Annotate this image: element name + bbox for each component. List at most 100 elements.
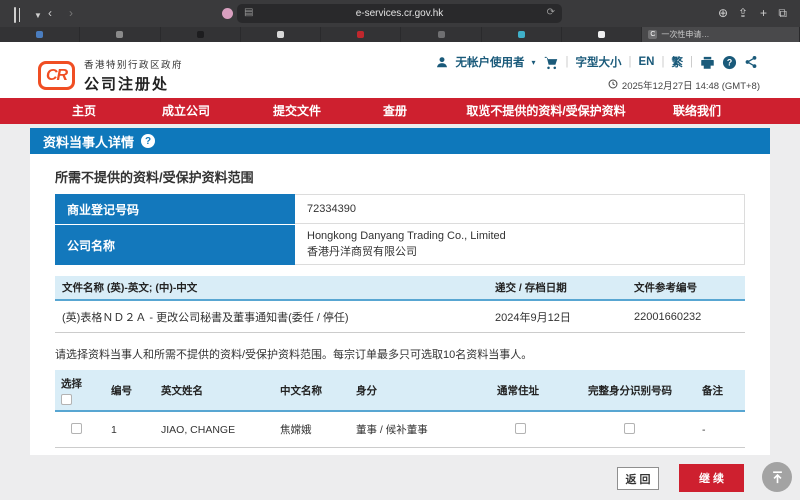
brn-value: 72334390 bbox=[295, 194, 745, 224]
nav-item-search[interactable]: 查册 bbox=[383, 98, 407, 124]
content-panel: 所需不提供的资料/受保护资料范围 商业登记号码 72334390 公司名称 Ho… bbox=[30, 154, 770, 455]
nav-item-filing[interactable]: 提交文件 bbox=[273, 98, 321, 124]
document-ref: 22001660232 bbox=[620, 311, 745, 323]
browser-tab[interactable] bbox=[0, 27, 80, 42]
help-icon[interactable]: ? bbox=[722, 55, 737, 70]
title-help-icon[interactable]: ? bbox=[141, 134, 155, 148]
address-checkbox[interactable] bbox=[515, 423, 526, 434]
separator: | bbox=[690, 56, 693, 68]
download-icon[interactable]: ⊕ bbox=[718, 5, 728, 21]
tab-favicon bbox=[357, 31, 364, 38]
browser-tab[interactable] bbox=[562, 27, 642, 42]
lang-en-link[interactable]: EN bbox=[639, 56, 655, 68]
brand[interactable]: CR 香港特别行政区政府 公司注册处 bbox=[38, 57, 183, 94]
user-menu[interactable]: 无帐户使用者 bbox=[456, 54, 525, 70]
tab-favicon: C bbox=[648, 30, 657, 39]
main-nav: 主页 成立公司 提交文件 查册 取览不提供的资料/受保护资料 联络我们 bbox=[0, 98, 800, 124]
separator: | bbox=[662, 56, 665, 68]
browser-tab[interactable] bbox=[241, 27, 321, 42]
address-cell bbox=[480, 423, 580, 437]
header-utilities: 无帐户使用者 ▾ | 字型大小 | EN | 繁 | ? bbox=[435, 54, 759, 70]
cr-logo: CR bbox=[38, 61, 75, 90]
extension-icon[interactable] bbox=[222, 8, 233, 19]
column-header: 通常住址 bbox=[480, 383, 580, 398]
company-name-label: 公司名称 bbox=[55, 224, 295, 265]
id-number-checkbox[interactable] bbox=[624, 423, 635, 434]
tab-favicon bbox=[598, 31, 605, 38]
share-icon[interactable] bbox=[744, 55, 758, 69]
tab-favicon bbox=[197, 31, 204, 38]
cart-icon[interactable] bbox=[543, 55, 559, 70]
tab-overview-icon[interactable]: ⧉ bbox=[778, 5, 787, 21]
column-header: 备注 bbox=[690, 383, 745, 398]
refresh-icon[interactable]: ⟳ bbox=[547, 7, 555, 18]
reader-mode-icon[interactable]: ▤ bbox=[244, 7, 253, 18]
tab-favicon bbox=[116, 31, 123, 38]
separator: | bbox=[566, 56, 569, 68]
row-select-checkbox[interactable] bbox=[71, 423, 82, 434]
browser-tab-active[interactable]: C 一次性申请… bbox=[642, 27, 800, 42]
company-info-table: 商业登记号码 72334390 公司名称 Hongkong Danyang Tr… bbox=[55, 194, 745, 265]
document-table: 文件名称 (英)-英文; (中)-中文 递交 / 存档日期 文件参考编号 (英)… bbox=[55, 276, 745, 333]
table-row: 商业登记号码 72334390 bbox=[55, 194, 745, 224]
tab-favicon bbox=[438, 31, 445, 38]
nav-item-incorporation[interactable]: 成立公司 bbox=[162, 98, 210, 124]
browser-chrome: ▼ ‹ › ▤ e-services.cr.gov.hk ⟳ ⊕ ⇪ + ⧉ C… bbox=[0, 0, 800, 42]
font-size-link[interactable]: 字型大小 bbox=[576, 54, 622, 70]
dept-name: 公司注册处 bbox=[84, 73, 183, 94]
share-sheet-icon[interactable]: ⇪ bbox=[738, 5, 748, 21]
nav-item-protected-info[interactable]: 取览不提供的资料/受保护资料 bbox=[466, 98, 625, 124]
arrow-up-icon bbox=[770, 470, 785, 485]
browser-tab[interactable] bbox=[321, 27, 401, 42]
back-button[interactable]: 返回 bbox=[617, 467, 659, 490]
company-name-value: Hongkong Danyang Trading Co., Limited 香港… bbox=[295, 224, 745, 265]
table-row: 公司名称 Hongkong Danyang Trading Co., Limit… bbox=[55, 224, 745, 265]
scroll-top-button[interactable] bbox=[762, 462, 792, 492]
separator: | bbox=[629, 56, 632, 68]
browser-tab[interactable] bbox=[80, 27, 160, 42]
name-chinese: 焦嫦娥 bbox=[270, 422, 345, 437]
row-select-cell bbox=[55, 423, 100, 437]
nav-item-home[interactable]: 主页 bbox=[72, 98, 96, 124]
gov-name: 香港特别行政区政府 bbox=[84, 57, 183, 71]
browser-tab[interactable] bbox=[161, 27, 241, 42]
print-icon[interactable] bbox=[700, 55, 715, 70]
chevron-down-icon[interactable]: ▼ bbox=[34, 8, 42, 24]
sidebar-toggle-icon[interactable] bbox=[14, 7, 16, 23]
select-all-checkbox[interactable] bbox=[61, 394, 72, 405]
browser-tab[interactable] bbox=[482, 27, 562, 42]
back-icon[interactable]: ‹ bbox=[48, 5, 52, 21]
brn-label: 商业登记号码 bbox=[55, 194, 295, 224]
browser-tab[interactable] bbox=[401, 27, 481, 42]
continue-button[interactable]: 继续 bbox=[679, 464, 744, 492]
document-table-header: 文件名称 (英)-英文; (中)-中文 递交 / 存档日期 文件参考编号 bbox=[55, 276, 745, 301]
datetime: 2025年12月27日 14:48 (GMT+8) bbox=[608, 78, 760, 92]
url-text: e-services.cr.gov.hk bbox=[356, 8, 444, 19]
column-header-select: 选择 bbox=[55, 376, 100, 405]
tab-favicon bbox=[518, 31, 525, 38]
new-tab-icon[interactable]: + bbox=[760, 5, 767, 21]
column-header: 编号 bbox=[100, 383, 150, 398]
tab-title: 一次性申请… bbox=[661, 29, 709, 40]
lang-zh-link[interactable]: 繁 bbox=[672, 54, 684, 70]
column-header: 中文名称 bbox=[270, 383, 345, 398]
instruction-text: 请选择资料当事人和所需不提供的资料/受保护资料范围。每宗订单最多只可选取10名资… bbox=[55, 346, 745, 362]
nav-item-contact[interactable]: 联络我们 bbox=[673, 98, 721, 124]
forward-icon[interactable]: › bbox=[69, 5, 73, 21]
company-name-en: Hongkong Danyang Trading Co., Limited bbox=[307, 228, 744, 245]
tab-favicon bbox=[36, 31, 43, 38]
column-header: 英文姓名 bbox=[150, 383, 270, 398]
url-bar[interactable]: ▤ e-services.cr.gov.hk ⟳ bbox=[237, 4, 562, 23]
tab-favicon bbox=[277, 31, 284, 38]
table-row: (英)表格ＮＤ２Ａ - 更改公司秘書及董事通知書(委任 / 停任) 2024年9… bbox=[55, 301, 745, 333]
clock-icon bbox=[608, 79, 618, 92]
document-name: (英)表格ＮＤ２Ａ - 更改公司秘書及董事通知書(委任 / 停任) bbox=[55, 309, 490, 325]
column-header: 递交 / 存档日期 bbox=[490, 280, 620, 295]
data-subject-table: 选择 编号 英文姓名 中文名称 身分 通常住址 完整身分识别号码 备注 1 JI… bbox=[55, 370, 745, 448]
page-body: 资料当事人详情 ? 所需不提供的资料/受保护资料范围 商业登记号码 723343… bbox=[0, 124, 800, 500]
svg-text:?: ? bbox=[727, 57, 732, 67]
column-header: 身分 bbox=[345, 383, 480, 398]
user-menu-caret-icon[interactable]: ▾ bbox=[532, 58, 536, 67]
id-number-cell bbox=[580, 423, 690, 437]
column-header: 完整身分识别号码 bbox=[580, 383, 690, 398]
